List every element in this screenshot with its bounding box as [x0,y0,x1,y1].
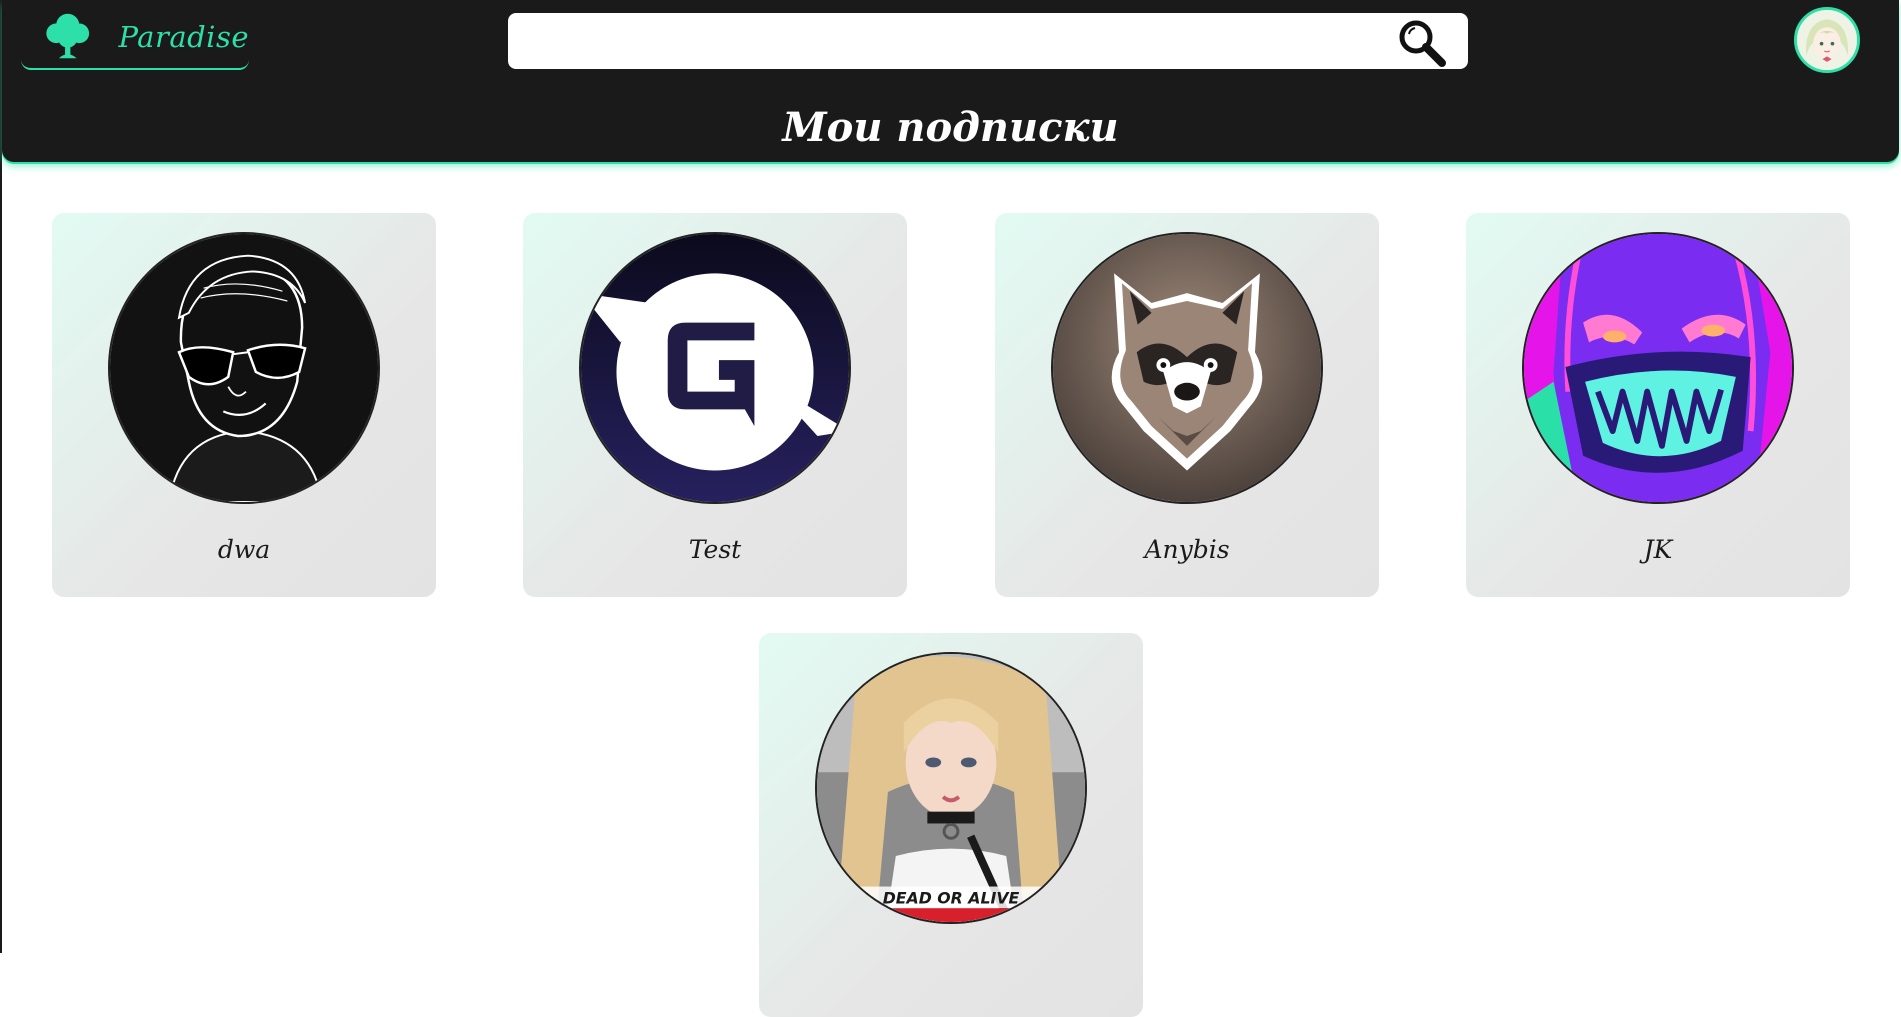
search-input[interactable] [522,21,1382,61]
subscription-card[interactable]: JK [1466,213,1850,597]
subscription-avatar [108,232,380,504]
page-title: Мои подписки [782,104,1119,151]
search-bar [508,13,1468,69]
subscription-avatar [579,232,851,504]
subscription-name: dwa [217,535,271,564]
subscription-avatar: DEAD OR ALIVE [815,652,1087,924]
subscription-card[interactable]: Anybis [995,213,1379,597]
subscription-card[interactable]: dwa [52,213,436,597]
subscription-avatar [1051,232,1323,504]
subscription-name: Test [688,535,742,564]
subscription-card[interactable]: DEAD OR ALIVE [759,633,1143,1017]
anime-girl-avatar-icon [1797,10,1857,70]
top-header: Paradise Мои подписки [2,0,1899,162]
subscription-name: Anybis [1144,535,1230,564]
subscription-card[interactable]: Test [523,213,907,597]
raccoon-avatar-icon [1053,234,1321,502]
image-caption: DEAD OR ALIVE [883,888,1020,907]
neon-mask-avatar-icon [1524,234,1792,502]
subscription-name: JK [1643,535,1673,564]
brand-name: Paradise [118,20,249,54]
subscription-avatar [1522,232,1794,504]
g-logo-avatar-icon [581,234,849,502]
man-sunglasses-avatar-icon [110,234,378,502]
user-avatar[interactable] [1794,7,1860,73]
cosplay-photo-avatar-icon: DEAD OR ALIVE [817,654,1085,922]
brand-logo[interactable]: Paradise [21,10,249,70]
tree-icon [46,13,90,59]
search-icon[interactable] [1396,17,1448,69]
